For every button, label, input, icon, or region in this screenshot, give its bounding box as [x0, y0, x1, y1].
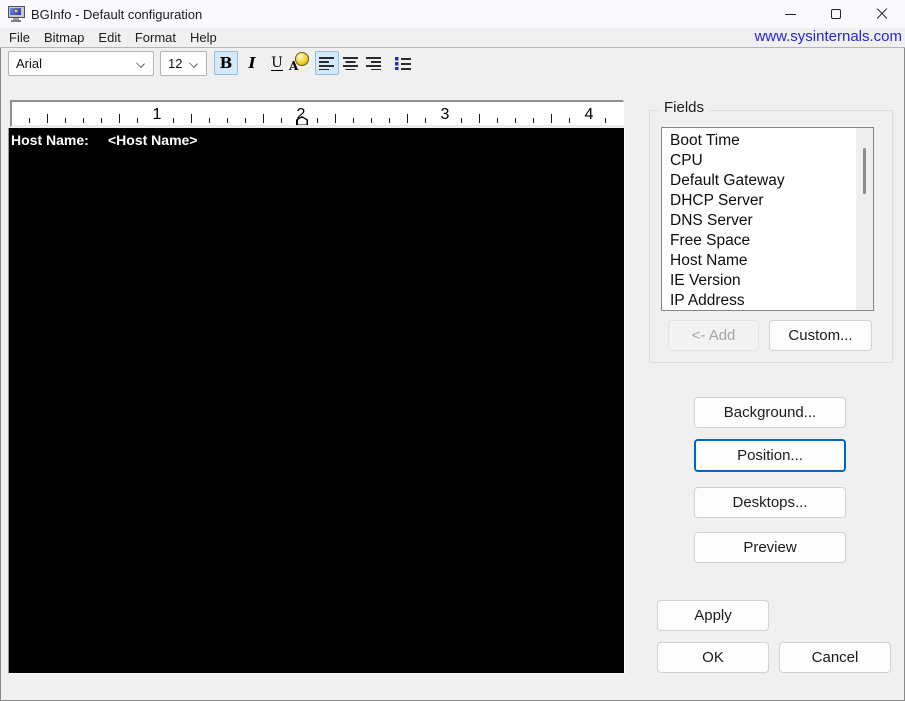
align-right-button[interactable] [362, 51, 386, 75]
close-icon [876, 8, 888, 20]
list-item[interactable]: CPU [662, 151, 856, 171]
font-family-select[interactable]: Arial [8, 51, 154, 76]
chevron-down-icon [189, 59, 198, 68]
ruler-number-1: 1 [148, 106, 166, 124]
close-button[interactable] [859, 0, 905, 28]
bold-icon: B [219, 54, 233, 72]
menu-help[interactable]: Help [183, 30, 224, 45]
preview-field-value: <Host Name> [108, 132, 198, 148]
ruler-number-3: 3 [436, 106, 454, 124]
fields-group-title: Fields [659, 99, 710, 116]
wallpaper-text-editor[interactable]: Host Name: <Host Name> [8, 128, 625, 674]
italic-icon: I [248, 54, 256, 72]
italic-button[interactable]: I [240, 51, 264, 75]
list-item[interactable]: Host Name [662, 251, 856, 271]
minimize-button[interactable] [767, 0, 813, 28]
align-left-icon [319, 57, 334, 70]
window-title: BGInfo - Default configuration [31, 7, 203, 22]
align-left-button[interactable] [315, 51, 339, 75]
ok-button[interactable]: OK [657, 642, 769, 673]
menu-bitmap[interactable]: Bitmap [37, 30, 91, 45]
bullet-list-button[interactable] [391, 51, 415, 75]
align-center-button[interactable] [339, 51, 363, 75]
ruler: 1 2 3 4 [10, 100, 624, 127]
bullet-list-icon [395, 57, 411, 70]
chevron-down-icon [136, 59, 145, 68]
list-item[interactable]: IP Address [662, 291, 856, 310]
add-field-button[interactable]: <- Add [668, 320, 759, 351]
font-size-select[interactable]: 12 [160, 51, 207, 76]
minimize-icon [784, 13, 796, 15]
position-button[interactable]: Position... [694, 439, 846, 472]
list-item[interactable]: Default Gateway [662, 171, 856, 191]
bold-button[interactable]: B [214, 51, 238, 75]
ruler-number-4: 4 [580, 106, 598, 124]
background-button[interactable]: Background... [694, 397, 846, 428]
cancel-button[interactable]: Cancel [779, 642, 891, 673]
fields-listbox[interactable]: Boot Time CPU Default Gateway DHCP Serve… [661, 127, 874, 311]
font-size-value: 12 [168, 56, 183, 71]
align-center-icon [343, 57, 358, 70]
list-item[interactable]: DNS Server [662, 211, 856, 231]
align-right-icon [366, 57, 381, 70]
underline-button[interactable]: U [265, 51, 289, 75]
underline-icon: U [271, 54, 283, 71]
list-item[interactable]: Boot Time [662, 131, 856, 151]
list-item[interactable]: IE Version [662, 271, 856, 291]
title-bar: BGInfo - Default configuration [0, 0, 905, 28]
font-color-icon: A [288, 52, 310, 74]
custom-fields-button[interactable]: Custom... [769, 320, 872, 351]
preview-field-label: Host Name: [11, 132, 89, 148]
font-family-value: Arial [16, 56, 43, 71]
app-icon [8, 6, 25, 22]
maximize-icon [831, 9, 841, 19]
preview-button[interactable]: Preview [694, 532, 846, 563]
menu-format[interactable]: Format [128, 30, 183, 45]
list-item[interactable]: Free Space [662, 231, 856, 251]
menu-bar: File Bitmap Edit Format Help www.sysinte… [0, 28, 905, 48]
bginfo-window: BGInfo - Default configuration File Bitm… [0, 0, 905, 701]
menu-edit[interactable]: Edit [91, 30, 127, 45]
ruler-ticks [12, 113, 623, 123]
menu-file[interactable]: File [2, 30, 37, 45]
font-color-button[interactable]: A [287, 51, 311, 75]
maximize-button[interactable] [813, 0, 859, 28]
list-item[interactable]: DHCP Server [662, 191, 856, 211]
listbox-scrollbar[interactable] [856, 128, 873, 310]
sysinternals-link[interactable]: www.sysinternals.com [754, 28, 902, 45]
apply-button[interactable]: Apply [657, 600, 769, 631]
desktops-button[interactable]: Desktops... [694, 487, 846, 518]
scrollbar-thumb[interactable] [863, 148, 866, 194]
